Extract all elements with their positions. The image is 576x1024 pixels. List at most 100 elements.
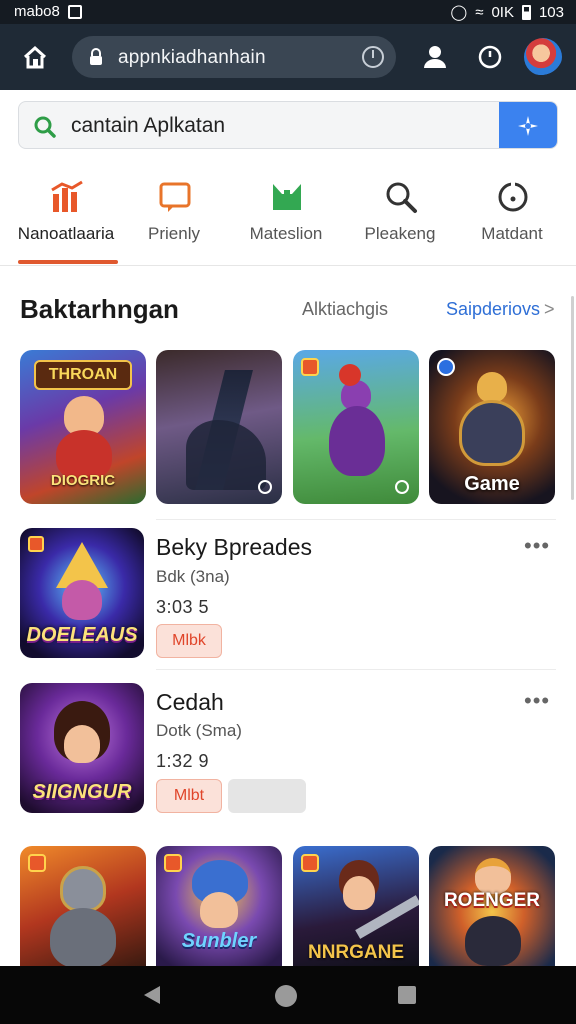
- secondary-button[interactable]: [228, 779, 306, 813]
- app-search-bar[interactable]: cantain Aplkatan: [18, 101, 558, 149]
- tab-category-3[interactable]: Mateslion: [230, 172, 342, 266]
- tab-category-2[interactable]: Prienly: [118, 172, 230, 266]
- app-subtitle: Bdk (3na): [156, 567, 230, 586]
- reload-icon[interactable]: [362, 46, 384, 68]
- profile-avatar[interactable]: [524, 38, 562, 76]
- tile-title: Sunbler: [181, 930, 257, 952]
- app-subtitle: Dotk (Sma): [156, 721, 242, 740]
- tile-indicator-icon: [258, 480, 272, 494]
- tile-title: Game: [464, 473, 520, 495]
- chevron-right-icon[interactable]: >: [544, 299, 555, 320]
- game-tile-5[interactable]: [20, 846, 146, 966]
- clock-time: 103: [538, 3, 564, 21]
- app-badge-icon: [28, 536, 44, 552]
- install-button[interactable]: Mlbt: [156, 779, 222, 813]
- character-art: [200, 892, 238, 928]
- account-button[interactable]: [418, 40, 452, 74]
- see-more-link[interactable]: Saipderiovs: [446, 299, 540, 320]
- game-tile-6[interactable]: Sunbler: [156, 846, 282, 966]
- sparkle-icon: [518, 116, 538, 136]
- game-tile-8[interactable]: ROENGER: [429, 846, 555, 966]
- tile-badge-icon: [301, 358, 319, 376]
- tile-title: ROENGER: [443, 890, 541, 911]
- history-button[interactable]: [473, 40, 507, 74]
- tile-badge-icon: [28, 854, 46, 872]
- app-rating: 3:03 5: [156, 597, 210, 617]
- signal-status-text: 0IK: [491, 3, 514, 21]
- game-tile-3[interactable]: [293, 350, 419, 504]
- character-art: [477, 372, 507, 402]
- cloak-art: [186, 420, 266, 490]
- section-subtitle[interactable]: Alktiachgis: [302, 299, 388, 320]
- divider: [156, 669, 556, 670]
- armor-art: [50, 908, 116, 966]
- bar-chart-icon: [51, 180, 83, 212]
- search-input[interactable]: cantain Aplkatan: [71, 114, 225, 138]
- active-tab-indicator: [18, 260, 118, 264]
- game-tile-4[interactable]: Game: [429, 350, 555, 504]
- browser-toolbar: appnkiadhanhain: [0, 24, 576, 90]
- search-icon: [386, 182, 417, 213]
- game-tile-2[interactable]: [156, 350, 282, 504]
- tab-category-4[interactable]: Pleakeng: [344, 172, 456, 266]
- home-button[interactable]: [18, 40, 52, 74]
- game-tile-7[interactable]: NNRGANE: [293, 846, 419, 966]
- tile-indicator-icon: [395, 480, 409, 494]
- tab-label: Nanoatlaaria: [17, 224, 115, 243]
- character-art: [339, 364, 361, 386]
- tab-category-5[interactable]: Matdant: [456, 172, 568, 266]
- character-art: [62, 580, 102, 620]
- app-icon-1[interactable]: DOELEAUS: [20, 528, 144, 658]
- tile-logo: THROAN: [34, 360, 132, 390]
- tab-label: Matdant: [481, 224, 543, 243]
- url-text: appnkiadhanhain: [118, 47, 266, 68]
- armor-art: [465, 916, 521, 966]
- clock-icon: [498, 182, 528, 212]
- scrollbar[interactable]: [571, 296, 574, 500]
- character-art: [475, 858, 511, 894]
- clock-icon: [478, 45, 502, 69]
- helmet-art: [60, 866, 106, 912]
- section-title: Baktarhngan: [20, 294, 179, 324]
- category-tabs: Nanoatlaaria Prienly Mateslion Pleakeng …: [0, 172, 576, 266]
- home-circle-icon[interactable]: [275, 985, 297, 1007]
- app-icon-text: SIIGNGUR: [32, 781, 132, 803]
- back-icon[interactable]: [144, 986, 160, 1004]
- divider: [156, 519, 556, 520]
- status-left-text: mabo8: [14, 3, 60, 20]
- install-button[interactable]: Mlbk: [156, 624, 222, 658]
- tile-badge-icon: [301, 854, 319, 872]
- system-nav-bar: [0, 966, 576, 1024]
- character-art: [459, 400, 525, 466]
- gift-icon: [273, 184, 301, 210]
- alarm-icon: ◯: [450, 4, 468, 21]
- more-options-icon[interactable]: •••: [524, 688, 550, 714]
- status-bar: mabo8 ◯ ≈ 0IK 103: [0, 0, 576, 24]
- tab-category-1[interactable]: Nanoatlaaria: [10, 172, 122, 266]
- chat-icon: [159, 182, 191, 212]
- tile-badge-icon: [164, 854, 182, 872]
- tab-label: Prienly: [148, 224, 200, 243]
- search-icon: [34, 116, 56, 138]
- wifi-icon: ≈: [475, 3, 484, 21]
- lock-icon: [90, 48, 102, 65]
- tab-label: Pleakeng: [364, 224, 436, 243]
- battery-icon: [521, 4, 531, 20]
- character-art: [329, 406, 385, 476]
- user-icon: [424, 46, 446, 68]
- home-icon: [23, 45, 47, 69]
- tile-title: NNRGANE: [307, 942, 405, 963]
- app-title[interactable]: Cedah: [156, 689, 224, 716]
- more-options-icon[interactable]: •••: [524, 533, 550, 559]
- game-tile-1[interactable]: THROAN DIOGRIC: [20, 350, 146, 504]
- notification-icon: [67, 4, 82, 19]
- tile-badge-icon: [437, 358, 455, 376]
- app-icon-text: DOELEAUS: [26, 624, 138, 646]
- tile-logo-bottom: DIOGRIC: [50, 472, 116, 489]
- app-title[interactable]: Beky Bpreades: [156, 534, 312, 561]
- address-bar[interactable]: appnkiadhanhain: [72, 36, 396, 78]
- voice-search-button[interactable]: [499, 102, 557, 148]
- recent-apps-icon[interactable]: [398, 986, 416, 1004]
- app-icon-2[interactable]: SIIGNGUR: [20, 683, 144, 813]
- character-art: [343, 876, 375, 910]
